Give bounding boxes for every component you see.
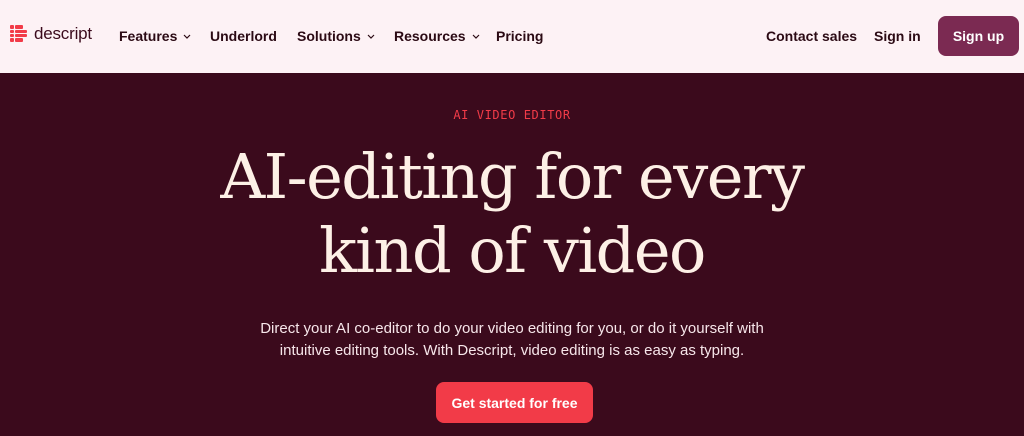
headline-line-1: AI-editing for every — [220, 140, 805, 213]
hero-headline: AI-editing for every kind of video — [0, 140, 1024, 288]
logo-wordmark: descript — [34, 24, 92, 43]
headline-line-2: kind of video — [319, 214, 706, 287]
sign-in-label: Sign in — [874, 28, 921, 44]
hero-subtext: Direct your AI co-editor to do your vide… — [0, 318, 1024, 362]
nav-item-underlord[interactable]: Underlord — [210, 28, 277, 44]
nav-item-label: Solutions — [297, 28, 361, 44]
get-started-button[interactable]: Get started for free — [436, 382, 593, 423]
chevron-down-icon — [183, 34, 191, 39]
contact-sales-label: Contact sales — [766, 28, 858, 44]
nav-item-features[interactable]: Features — [119, 28, 191, 44]
sign-up-button[interactable]: Sign up — [938, 16, 1019, 56]
chevron-down-icon — [367, 34, 375, 39]
nav-item-resources[interactable]: Resources — [394, 28, 480, 44]
nav-item-pricing[interactable]: Pricing — [496, 28, 543, 44]
nav-item-label: Resources — [394, 28, 466, 44]
hero-eyebrow: AI VIDEO EDITOR — [453, 108, 571, 122]
descript-logo-icon — [10, 25, 27, 42]
subtext-line-1: Direct your AI co-editor to do your vide… — [260, 320, 764, 337]
nav-item-solutions[interactable]: Solutions — [297, 28, 375, 44]
descript-logo[interactable]: descript — [10, 24, 92, 44]
subtext-line-2: intuitive editing tools. With Descript, … — [279, 342, 745, 359]
nav-item-label: Features — [119, 28, 178, 44]
nav-item-label: Pricing — [496, 28, 544, 44]
sign-in-link[interactable]: Sign in — [874, 28, 921, 44]
chevron-down-icon — [472, 34, 480, 39]
contact-sales-link[interactable]: Contact sales — [766, 28, 857, 44]
nav-item-label: Underlord — [210, 28, 277, 44]
top-navigation-bar: descript Features Underlord Solutions Re… — [0, 0, 1024, 73]
